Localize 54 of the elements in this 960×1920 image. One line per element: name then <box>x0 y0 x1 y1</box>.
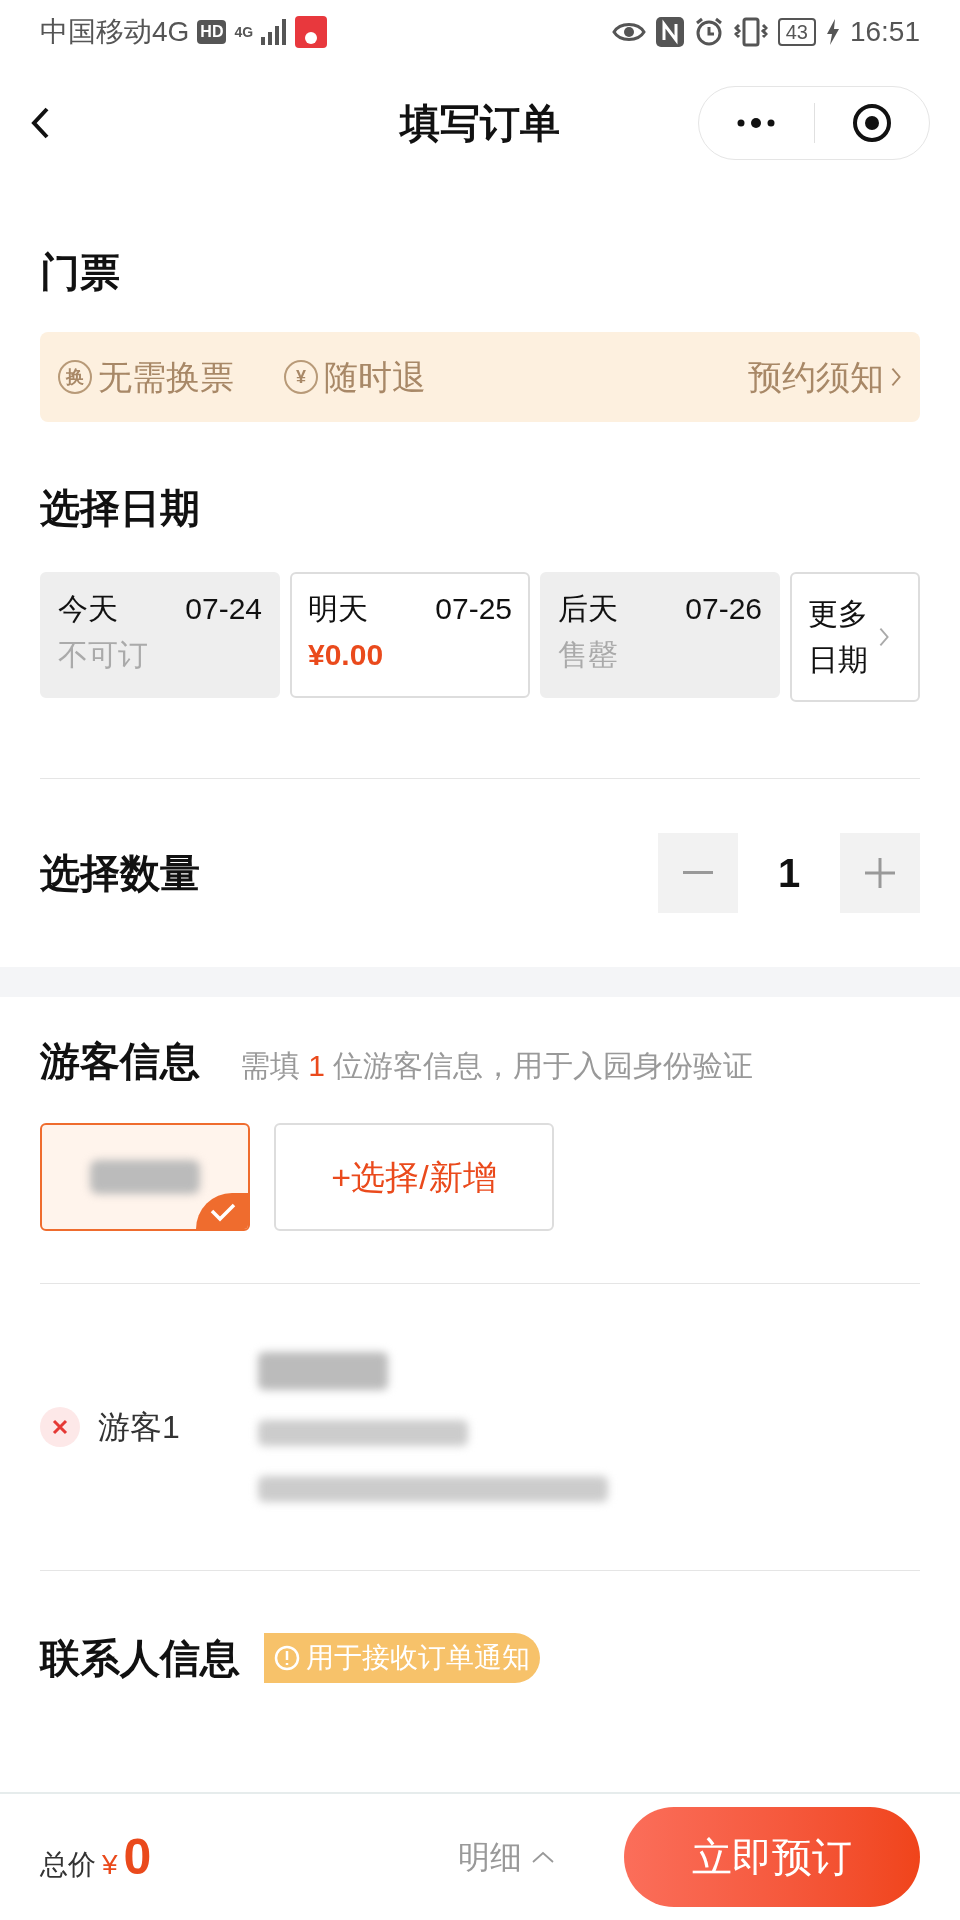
section-title: 游客信息 <box>40 1041 200 1081</box>
battery-indicator: 43 <box>777 18 816 46</box>
section-title: 选择数量 <box>40 850 200 897</box>
more-dates-text: 更多日期 <box>808 596 869 678</box>
status-text: 售罄 <box>558 640 619 670</box>
chevron-icon <box>890 366 902 388</box>
caret-up-icon <box>532 1851 554 1863</box>
alarm-icon <box>693 17 724 47</box>
day-label: 后天 <box>558 594 618 624</box>
target-icon <box>851 103 892 143</box>
vibrate-icon <box>733 17 768 47</box>
remove-icon[interactable] <box>40 1407 80 1447</box>
quantity-value: 1 <box>776 850 802 897</box>
date-label: 07-25 <box>435 594 512 624</box>
date-label: 07-26 <box>685 594 762 624</box>
add-guest-button[interactable]: +选择/新增 <box>274 1123 554 1231</box>
date-option[interactable]: 今天 07-24 不可订 <box>40 572 280 698</box>
total-label: 总价 <box>40 1848 96 1882</box>
day-label: 今天 <box>58 594 118 624</box>
feature-label: 随时退 <box>324 356 426 398</box>
increase-button[interactable] <box>840 833 920 913</box>
date-option[interactable]: 后天 07-26 售罄 <box>540 572 780 698</box>
page-title: 填写订单 <box>400 100 560 147</box>
nfc-icon <box>655 17 684 47</box>
chevron-icon <box>878 626 890 648</box>
hd-badge: HD <box>197 20 227 44</box>
date-label: 07-24 <box>185 594 262 624</box>
guest-label: 游客1 <box>98 1408 181 1447</box>
section-title: 门票 <box>40 252 121 292</box>
section-title: 选择日期 <box>40 488 201 528</box>
feature-label: 无需换票 <box>98 356 234 398</box>
clock-text: 16:51 <box>849 15 920 49</box>
date-option[interactable]: 明天 07-25 ¥0.00 <box>290 572 530 698</box>
more-icon <box>736 118 777 128</box>
total-amount: 0 <box>123 1827 152 1887</box>
status-text: 不可订 <box>58 640 149 670</box>
price-text: ¥0.00 <box>308 640 385 670</box>
app-notification-icon <box>295 16 328 48</box>
info-icon <box>274 1645 300 1671</box>
guest-hint: 需填 1 位游客信息，用于入园身份验证 <box>240 1051 754 1081</box>
carrier-text: 中国移动4G <box>40 15 190 49</box>
check-icon <box>196 1193 248 1229</box>
minus-icon <box>683 871 713 875</box>
network-text: 4G <box>234 25 254 39</box>
day-label: 明天 <box>308 594 368 624</box>
plus-icon <box>865 858 895 888</box>
more-dates-button[interactable]: 更多日期 <box>790 572 920 702</box>
notification-tag: 用于接收订单通知 <box>264 1633 540 1683</box>
charging-icon <box>825 19 840 45</box>
currency-symbol: ¥ <box>102 1848 118 1882</box>
guest-card[interactable] <box>40 1123 250 1231</box>
section-title: 联系人信息 <box>40 1638 240 1678</box>
eye-icon <box>611 20 646 44</box>
signal-icon <box>261 19 288 45</box>
